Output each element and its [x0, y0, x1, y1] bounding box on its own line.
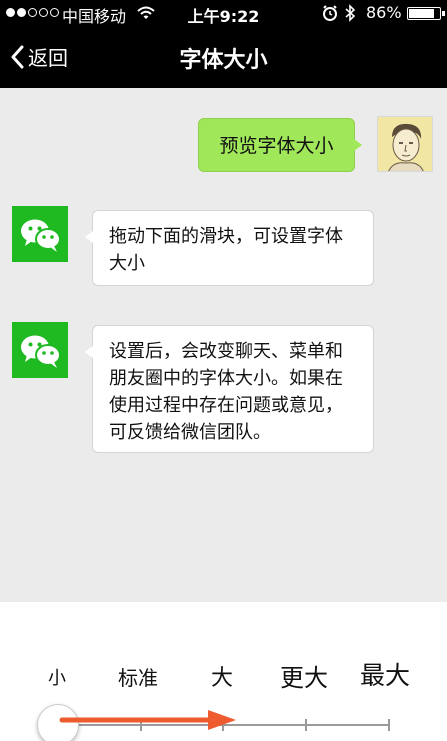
battery-percentage: 86% [366, 3, 402, 22]
size-label-large[interactable]: 大 [211, 660, 233, 692]
wechat-avatar [12, 322, 68, 378]
size-label-standard[interactable]: 标准 [118, 662, 158, 691]
slider-tick [388, 719, 390, 731]
message-bubble: 设置后，会改变聊天、菜单和朋友圈中的字体大小。如果在使用过程中存在问题或意见，可… [85, 325, 374, 453]
bluetooth-icon [345, 4, 356, 22]
wechat-logo-icon [21, 219, 61, 252]
user-message-bubble: 预览字体大小 [198, 118, 362, 172]
wechat-avatar [12, 206, 68, 262]
wechat-logo-icon [21, 335, 61, 368]
drag-arrow-icon [59, 710, 236, 730]
alarm-clock-icon [323, 5, 337, 21]
size-label-larger[interactable]: 更大 [280, 658, 328, 693]
user-portrait-icon [388, 123, 424, 171]
chat-preview: 预览字体大小 拖动下面的滑块，可设置字体大小 设置后，会改变聊天、菜单和朋友圈中… [0, 88, 447, 602]
size-label-largest[interactable]: 最大 [360, 656, 410, 692]
font-size-panel: 小 标准 大 更大 最大 [0, 602, 447, 741]
size-label-small[interactable]: 小 [48, 664, 66, 690]
slider-tick [305, 719, 307, 731]
battery-icon [407, 7, 445, 20]
navigation-bar: 返回 字体大小 [0, 26, 447, 88]
status-bar: 中国移动 上午9:22 86% [0, 0, 447, 26]
page-title: 字体大小 [179, 48, 268, 73]
message-bubble: 拖动下面的滑块，可设置字体大小 [85, 210, 374, 286]
user-avatar [377, 116, 433, 172]
